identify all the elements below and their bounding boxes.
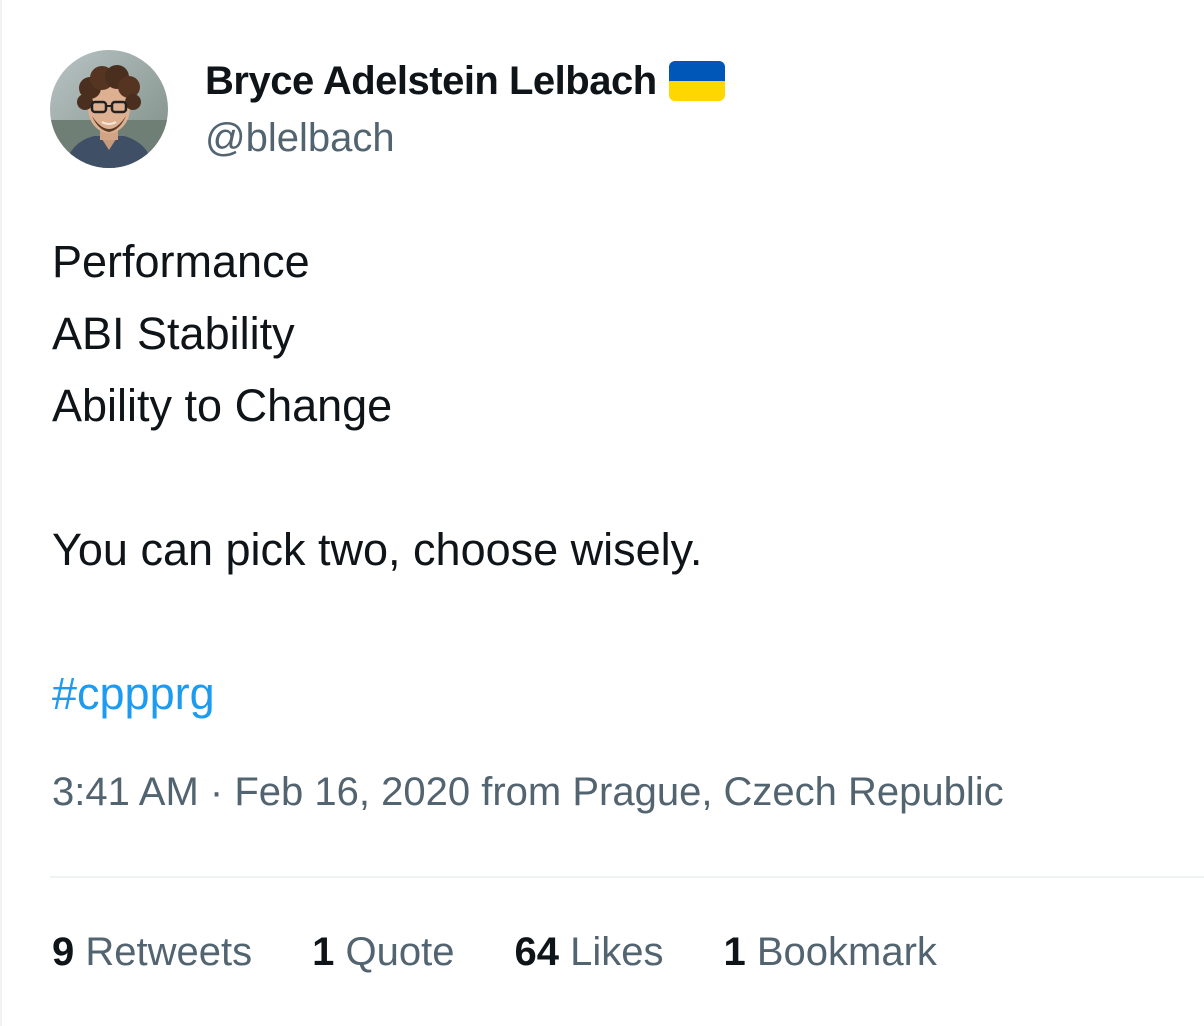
tweet-text: Performance ABI Stability Ability to Cha…: [52, 226, 702, 730]
bookmarks-stat[interactable]: 1 Bookmark: [723, 930, 936, 975]
display-name[interactable]: Bryce Adelstein Lelbach: [205, 59, 657, 104]
retweets-stat[interactable]: 9 Retweets: [52, 930, 252, 975]
quotes-count: 1: [312, 930, 335, 974]
tweet-header: Bryce Adelstein Lelbach @blelbach: [50, 50, 725, 170]
likes-stat[interactable]: 64 Likes: [514, 930, 663, 975]
tweet-card: Bryce Adelstein Lelbach @blelbach Perfor…: [0, 0, 1204, 1026]
engagement-stats: 9 Retweets 1 Quote 64 Likes 1 Bookmark: [52, 930, 997, 975]
retweets-count: 9: [52, 930, 75, 974]
quotes-label: Quote: [345, 930, 455, 974]
likes-count: 64: [514, 930, 559, 974]
likes-label: Likes: [570, 930, 664, 974]
retweets-label: Retweets: [85, 930, 253, 974]
tweet-location: from Prague, Czech Republic: [481, 770, 1004, 814]
hashtag-link[interactable]: #cppprg: [52, 658, 702, 730]
quotes-stat[interactable]: 1 Quote: [312, 930, 454, 975]
bookmarks-label: Bookmark: [756, 930, 937, 974]
bookmarks-count: 1: [723, 930, 746, 974]
ukraine-flag-icon: [668, 61, 725, 101]
tweet-line: Performance: [52, 236, 310, 287]
avatar-image: [50, 50, 168, 168]
tweet-line: ABI Stability: [52, 308, 295, 359]
tweet-time[interactable]: 3:41 AM: [52, 770, 199, 814]
author-names: Bryce Adelstein Lelbach @blelbach: [205, 50, 725, 161]
divider: [50, 876, 1204, 878]
tweet-meta: 3:41 AM · Feb 16, 2020 from Prague, Czec…: [52, 770, 1004, 815]
avatar[interactable]: [50, 50, 168, 168]
display-name-row: Bryce Adelstein Lelbach: [205, 56, 725, 106]
meta-separator: ·: [209, 770, 224, 814]
user-handle[interactable]: @blelbach: [205, 116, 725, 161]
tweet-date[interactable]: Feb 16, 2020: [234, 770, 470, 814]
tweet-line: Ability to Change: [52, 380, 393, 431]
tweet-sentence: You can pick two, choose wisely.: [52, 524, 703, 575]
